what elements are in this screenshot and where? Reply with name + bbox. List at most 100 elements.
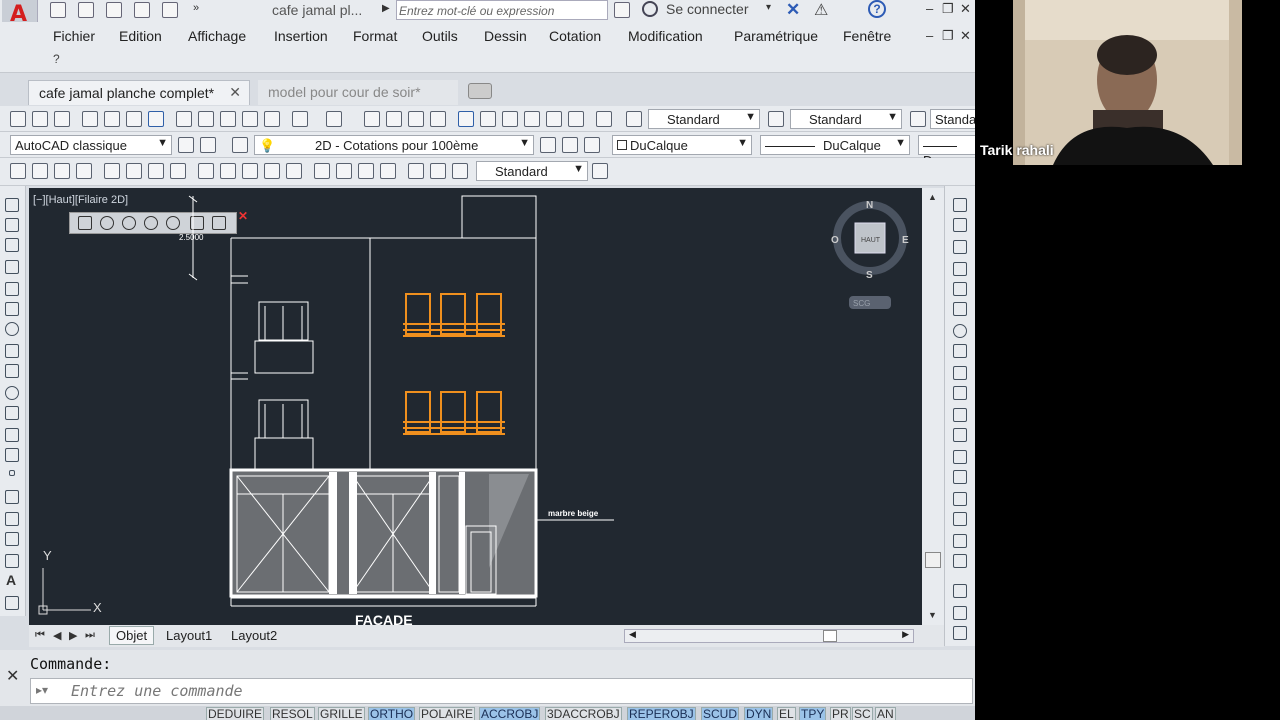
workspace-dropdown[interactable]: AutoCAD classique ▼ [10, 135, 172, 155]
scroll-down-icon[interactable]: ▼ [928, 610, 937, 620]
network-icon[interactable]: ⚠ [814, 0, 828, 20]
multiline-text-icon[interactable]: A [6, 572, 16, 588]
draw-order-icon[interactable] [953, 584, 967, 598]
paste-icon[interactable] [220, 111, 236, 127]
publish-icon[interactable] [126, 111, 142, 127]
status-accrobj[interactable]: ACCROBJ [479, 707, 541, 720]
menu-parametrique[interactable]: Paramétrique [734, 28, 818, 44]
tool-palettes-icon[interactable] [502, 111, 518, 127]
match-properties-icon[interactable] [242, 111, 258, 127]
make-block-icon[interactable] [5, 448, 19, 462]
status-ortho[interactable]: ORTHO [368, 707, 416, 720]
inspect-icon[interactable] [358, 163, 374, 179]
copy-icon[interactable] [198, 111, 214, 127]
cut-icon[interactable] [176, 111, 192, 127]
plot-icon[interactable] [82, 111, 98, 127]
circle-icon[interactable] [5, 322, 19, 336]
tab-objet[interactable]: Objet [109, 626, 155, 645]
status-scud[interactable]: SCUD [701, 707, 740, 720]
explode-icon[interactable] [953, 554, 967, 568]
save-icon[interactable] [106, 2, 122, 18]
gradient-icon[interactable] [5, 512, 19, 526]
scale-icon[interactable] [953, 344, 967, 358]
tab-layout1[interactable]: Layout1 [166, 628, 212, 643]
command-input[interactable]: Entrez une commande [30, 678, 973, 704]
save-icon[interactable] [54, 111, 70, 127]
markup-icon[interactable] [546, 111, 562, 127]
dim-style-icon[interactable] [768, 111, 784, 127]
sheet-set-icon[interactable] [524, 111, 540, 127]
layer-properties-icon[interactable] [200, 137, 216, 153]
pan-icon[interactable] [364, 111, 380, 127]
radius-icon[interactable] [104, 163, 120, 179]
doc-minimize-button[interactable]: – [926, 28, 933, 43]
workspace-settings-icon[interactable] [178, 137, 194, 153]
color-dropdown[interactable]: DuCalque ▼ [612, 135, 752, 155]
chevron-down-icon[interactable]: ▾ [766, 2, 771, 13]
aligned-dim-icon[interactable] [32, 163, 48, 179]
status-3daccrobj[interactable]: 3DACCROBJ [545, 707, 622, 720]
doc-close-button[interactable]: ✕ [960, 28, 971, 44]
first-layout-icon[interactable]: ⏮ [35, 629, 45, 642]
sign-in-button[interactable]: Se connecter [666, 1, 749, 17]
table-icon[interactable] [5, 554, 19, 568]
open-file-icon[interactable] [78, 2, 94, 18]
layer-previous-icon[interactable] [562, 137, 578, 153]
status-reperobj[interactable]: REPEROBJ [627, 707, 696, 720]
binoculars-icon[interactable] [614, 2, 630, 18]
continue-icon[interactable] [242, 163, 258, 179]
new-icon[interactable] [10, 111, 26, 127]
new-tab-icon[interactable] [468, 83, 492, 99]
zoom-window-icon[interactable] [408, 111, 424, 127]
brush-icon[interactable] [264, 111, 280, 127]
erase-icon[interactable] [953, 198, 967, 212]
send-back-icon[interactable] [953, 626, 967, 640]
scroll-thumb[interactable] [925, 552, 941, 568]
lineweight-dropdown[interactable]: Du [918, 135, 975, 168]
diameter-icon[interactable] [148, 163, 164, 179]
status-pr[interactable]: PR [830, 707, 851, 720]
construction-line-icon[interactable] [5, 218, 19, 232]
close-tab-icon[interactable]: ✕ [229, 84, 241, 101]
break-at-point-icon[interactable] [953, 428, 967, 442]
menu-format[interactable]: Format [353, 28, 397, 44]
dim-style-manager-icon[interactable] [592, 163, 608, 179]
save-as-icon[interactable] [134, 2, 150, 18]
status-an[interactable]: AN [875, 707, 896, 720]
status-dyn[interactable]: DYN [744, 707, 774, 720]
status-polaire[interactable]: POLAIRE [419, 707, 476, 720]
menu-fenetre[interactable]: Fenêtre [843, 28, 891, 44]
zoom-realtime-icon[interactable] [386, 111, 402, 127]
make-current-layer-icon[interactable] [540, 137, 556, 153]
close-button[interactable]: ✕ [960, 1, 971, 17]
array-icon[interactable] [953, 282, 967, 296]
bring-front-icon[interactable] [953, 606, 967, 620]
menu-cotation[interactable]: Cotation [549, 28, 601, 44]
design-center-icon[interactable] [480, 111, 496, 127]
annotation-scale-dropdown[interactable]: 💡 2D - Cotations pour 100ème ▼ [254, 135, 534, 155]
zoom-previous-icon[interactable] [430, 111, 446, 127]
menu-edition[interactable]: Edition [119, 28, 162, 44]
mirror-icon[interactable] [953, 240, 967, 254]
menu-fichier[interactable]: Fichier [53, 28, 95, 44]
linetype-dropdown[interactable]: DuCalque ▼ [760, 135, 910, 155]
move-icon[interactable] [953, 302, 967, 316]
tab-model-cour[interactable]: model pour cour de soir* [258, 80, 458, 105]
menu-modification[interactable]: Modification [628, 28, 703, 44]
restore-button[interactable]: ❐ [942, 1, 954, 17]
jogged-linear-icon[interactable] [380, 163, 396, 179]
scroll-right-icon[interactable]: ▶ [902, 629, 909, 640]
table-style-icon[interactable] [910, 111, 926, 127]
polygon-icon[interactable] [5, 260, 19, 274]
quick-dim-icon[interactable] [198, 163, 214, 179]
status-el[interactable]: EL [777, 707, 796, 720]
search-input[interactable]: Entrez mot-clé ou expression [396, 0, 608, 20]
rectangle-icon[interactable] [5, 282, 19, 296]
menu-insertion[interactable]: Insertion [274, 28, 328, 44]
jogged-icon[interactable] [126, 163, 142, 179]
vertical-scrollbar[interactable]: ▲ ▼ [922, 188, 944, 625]
status-sc[interactable]: SC [852, 707, 873, 720]
offset-icon[interactable] [953, 262, 967, 276]
menu-help[interactable]: ? [53, 52, 60, 66]
trim-icon[interactable] [953, 386, 967, 400]
